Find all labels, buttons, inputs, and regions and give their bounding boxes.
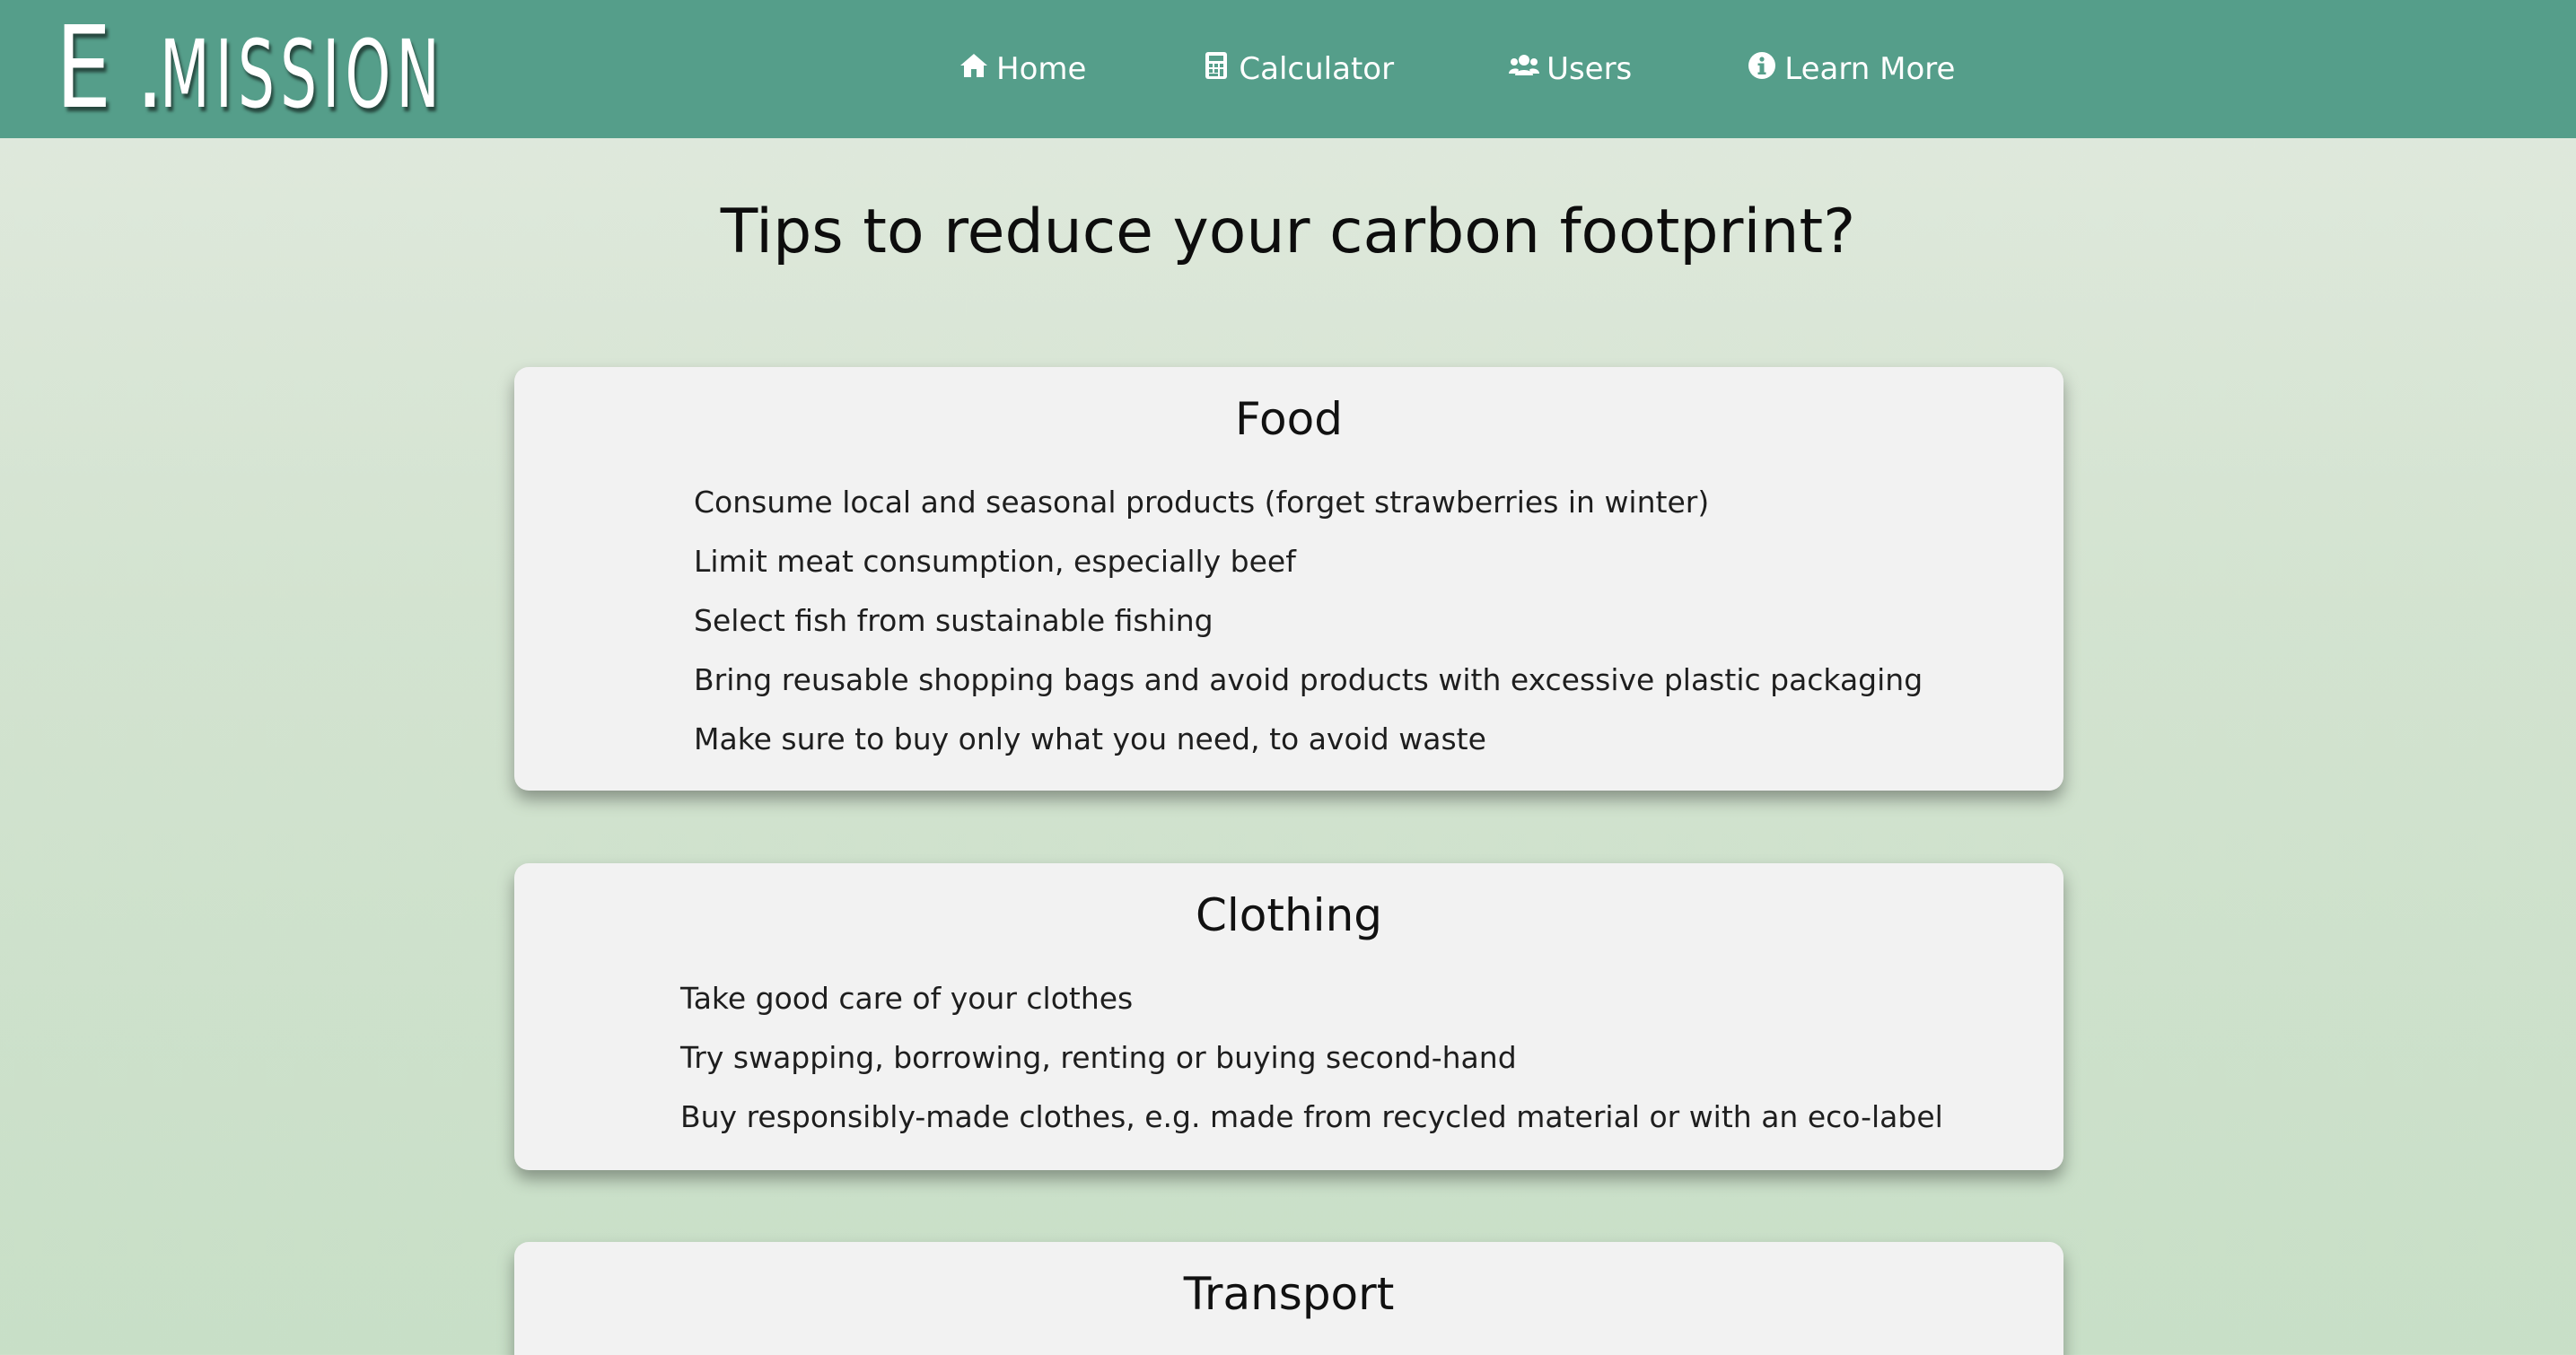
list-item: Consume local and seasonal products (for… <box>694 485 1710 520</box>
tips-card-transport: Transport <box>514 1242 2063 1355</box>
list-item: Buy responsibly-made clothes, e.g. made … <box>680 1099 1943 1134</box>
tips-list: Consume local and seasonal products (for… <box>514 473 2063 769</box>
info-icon <box>1747 50 1777 81</box>
logo-text: mission <box>160 20 445 129</box>
logo-dot: . <box>136 2 165 134</box>
tips-card-food: Food Consume local and seasonal products… <box>514 367 2063 791</box>
main-nav: Home Calculator Users Learn More <box>959 0 1955 138</box>
brand-logo[interactable]: E. mission <box>56 5 620 131</box>
users-icon <box>1509 50 1540 81</box>
nav-calculator-label: Calculator <box>1239 51 1395 87</box>
nav-users-label: Users <box>1546 51 1633 87</box>
nav-home-label: Home <box>996 51 1087 87</box>
list-item: Make sure to buy only what you need, to … <box>694 721 1486 756</box>
card-title: Clothing <box>1195 889 1382 941</box>
card-title: Food <box>1235 393 1343 445</box>
list-item: Take good care of your clothes <box>680 981 1134 1016</box>
list-item: Limit meat consumption, especially beef <box>694 544 1296 579</box>
nav-learn-more-label: Learn More <box>1784 51 1956 87</box>
nav-learn-more-link[interactable]: Learn More <box>1747 51 1955 87</box>
list-item: Try swapping, borrowing, renting or buyi… <box>680 1040 1517 1075</box>
top-navbar: E. mission Home <box>0 0 2576 138</box>
list-item: Select fish from sustainable fishing <box>694 603 1214 638</box>
page-title: Tips to reduce your carbon footprint? <box>720 197 1856 267</box>
tips-card-clothing: Clothing Take good care of your clothes … <box>514 863 2063 1170</box>
nav-calculator-link[interactable]: Calculator <box>1201 51 1394 87</box>
tips-list: Take good care of your clothes Try swapp… <box>514 969 2063 1147</box>
home-icon <box>959 50 989 81</box>
logo-letter: E <box>56 2 111 134</box>
list-item: Bring reusable shopping bags and avoid p… <box>694 662 1923 697</box>
nav-users-link[interactable]: Users <box>1509 51 1632 87</box>
calculator-icon <box>1201 50 1231 81</box>
nav-home-link[interactable]: Home <box>959 51 1086 87</box>
card-title: Transport <box>1183 1268 1395 1320</box>
